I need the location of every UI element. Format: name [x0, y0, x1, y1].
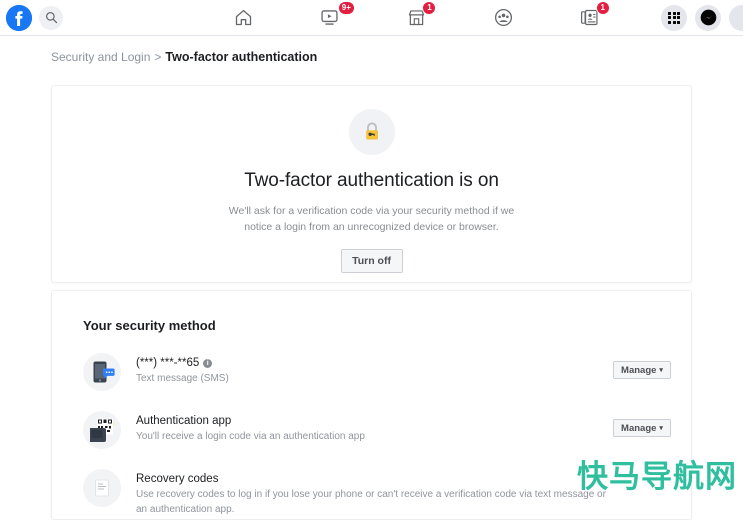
list-item[interactable]: Authentication app You'll receive a logi… [52, 411, 691, 449]
menu-grid-icon[interactable] [661, 5, 687, 31]
notifications-icon[interactable] [729, 5, 743, 31]
method-name: (***) ***-**65 [136, 357, 199, 369]
nav-right-group [661, 5, 743, 31]
method-title-row: (***) ***-**65 i [136, 357, 660, 369]
nav-tab-groups[interactable] [482, 3, 524, 33]
news-badge: 1 [596, 1, 610, 15]
recovery-document-icon [83, 469, 121, 507]
nav-tab-news[interactable]: 1 [569, 3, 611, 33]
method-title-row: Authentication app [136, 415, 660, 427]
watch-video-icon [319, 7, 340, 28]
manage-button[interactable]: Manage ▾ [613, 361, 671, 379]
qr-authenticator-icon [83, 411, 121, 449]
chevron-down-icon: ▾ [659, 366, 663, 374]
facebook-logo-icon[interactable] [6, 5, 32, 31]
two-factor-status-card: Two-factor authentication is on We'll as… [51, 85, 692, 283]
method-subtitle: You'll receive a login code via an authe… [136, 430, 606, 445]
breadcrumb-parent-link[interactable]: Security and Login [51, 50, 150, 64]
breadcrumb-current-page: Two-factor authentication [165, 50, 317, 64]
breadcrumb-separator: > [154, 50, 161, 64]
padlock-icon [349, 109, 395, 155]
messenger-icon[interactable] [695, 5, 721, 31]
manage-label: Manage [621, 365, 656, 376]
security-methods-heading: Your security method [52, 291, 691, 333]
phone-sms-icon [83, 353, 121, 391]
method-text-group: Authentication app You'll receive a logi… [136, 411, 660, 445]
list-item[interactable]: (***) ***-**65 i Text message (SMS) Mana… [52, 353, 691, 391]
page-title: Two-factor authentication is on [244, 170, 499, 192]
search-icon[interactable] [39, 6, 63, 30]
site-watermark: 快马导航网 [577, 451, 737, 496]
menu-grid-dots [668, 12, 680, 24]
status-description: We'll ask for a verification code via yo… [222, 203, 522, 236]
marketplace-badge: 1 [422, 1, 436, 15]
method-text-group: (***) ***-**65 i Text message (SMS) [136, 353, 660, 387]
groups-icon [493, 7, 514, 28]
nav-left-group [0, 5, 190, 31]
method-name: Authentication app [136, 415, 231, 427]
manage-button[interactable]: Manage ▾ [613, 419, 671, 437]
home-icon [233, 7, 254, 28]
manage-label: Manage [621, 423, 656, 434]
breadcrumb: Security and Login > Two-factor authenti… [0, 36, 743, 64]
info-icon[interactable]: i [203, 359, 212, 368]
chevron-down-icon: ▾ [659, 424, 663, 432]
top-navigation-bar: 9+ 1 [0, 0, 743, 36]
nav-center-tabs: 9+ 1 [190, 0, 661, 35]
nav-tab-home[interactable] [222, 3, 264, 33]
watch-badge: 9+ [338, 1, 355, 15]
method-name: Recovery codes [136, 473, 218, 485]
nav-tab-marketplace[interactable]: 1 [395, 3, 437, 33]
method-subtitle: Text message (SMS) [136, 372, 606, 387]
method-subtitle: Use recovery codes to log in if you lose… [136, 488, 606, 517]
nav-tab-watch[interactable]: 9+ [309, 3, 351, 33]
turn-off-button[interactable]: Turn off [341, 249, 403, 273]
